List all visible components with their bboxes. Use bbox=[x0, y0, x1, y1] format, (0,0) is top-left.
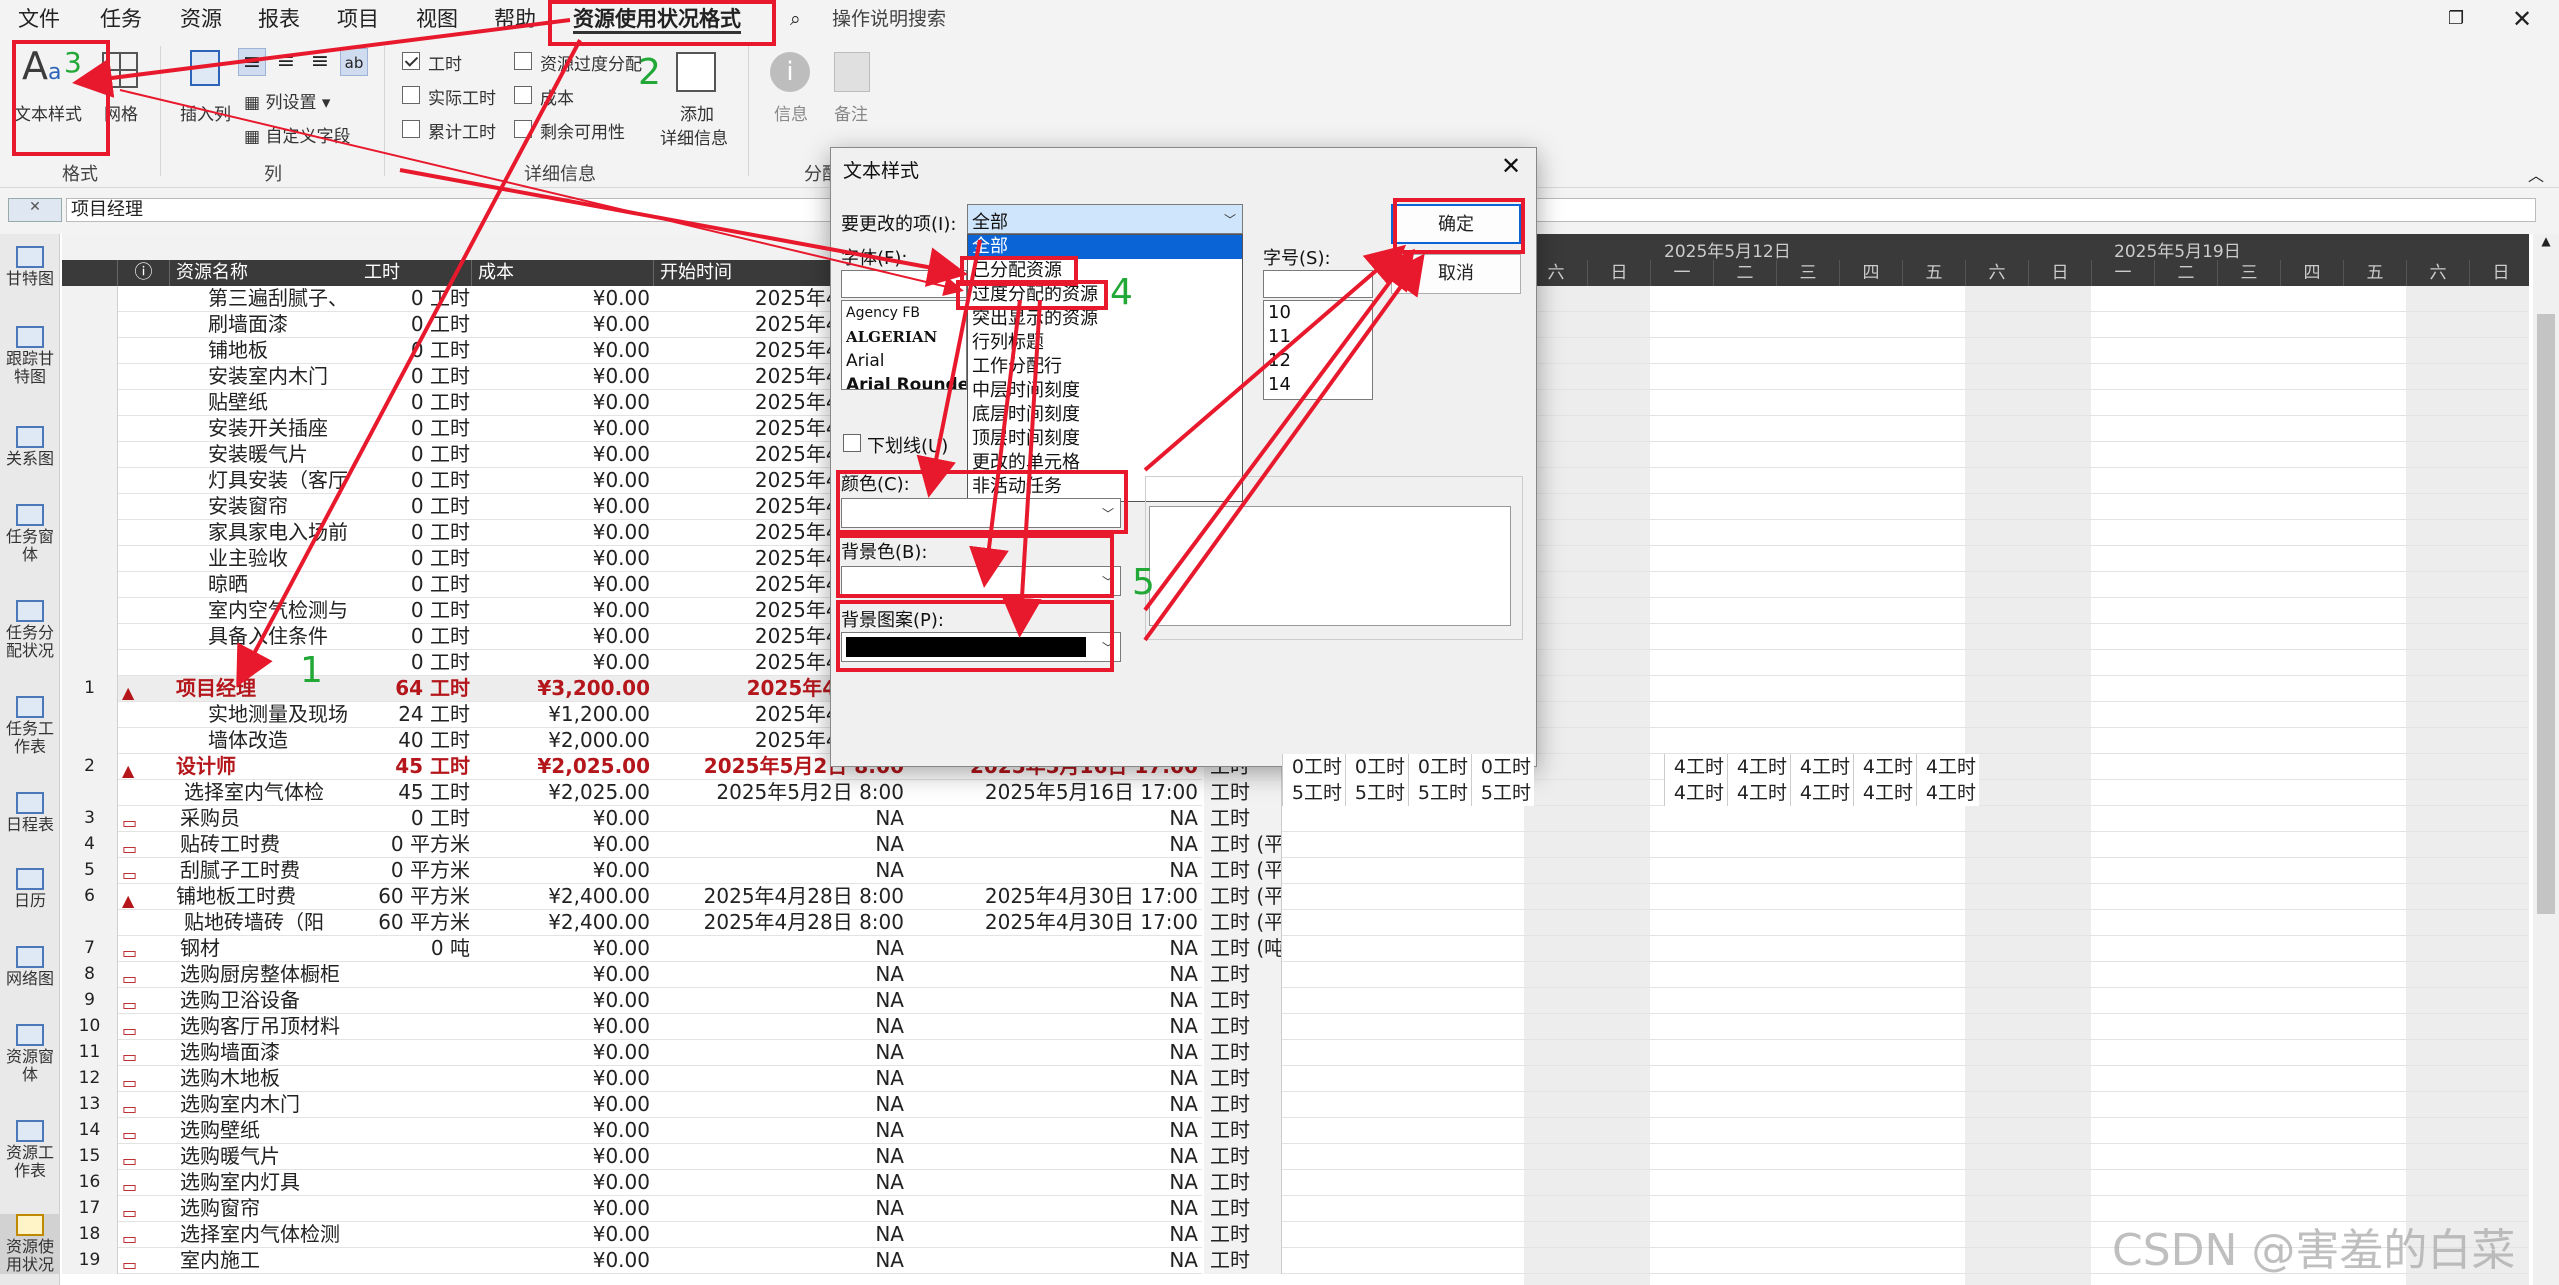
annot-num-1: 1 bbox=[300, 650, 323, 691]
usage-cell[interactable]: 5工时 bbox=[1282, 780, 1345, 806]
usage-cell[interactable]: 4工时 bbox=[1664, 754, 1727, 780]
usage-cell[interactable]: 5工时 bbox=[1408, 780, 1471, 806]
usage-cell[interactable]: 0工时 bbox=[1345, 754, 1408, 780]
usage-cell[interactable]: 4工时 bbox=[1916, 780, 1979, 806]
usage-cell[interactable]: 4工时 bbox=[1790, 780, 1853, 806]
annot-box-text-styles bbox=[12, 40, 110, 156]
usage-cell[interactable]: 0工时 bbox=[1408, 754, 1471, 780]
usage-cell[interactable]: 4工时 bbox=[1853, 780, 1916, 806]
usage-cell[interactable]: 4工时 bbox=[1853, 754, 1916, 780]
usage-cell[interactable]: 4工时 bbox=[1664, 780, 1727, 806]
annot-box-ok bbox=[1393, 198, 1525, 254]
annot-num-5: 5 bbox=[1132, 562, 1155, 603]
usage-cell[interactable]: 0工时 bbox=[1471, 754, 1534, 780]
usage-cell[interactable]: 4工时 bbox=[1727, 754, 1790, 780]
annot-num-3: 3 bbox=[64, 46, 82, 79]
watermark: CSDN @害羞的白菜 bbox=[2112, 1225, 2516, 1276]
annotation-arrows bbox=[72, 18, 1425, 688]
annot-box-color bbox=[836, 470, 1128, 534]
annot-box-bgcolor bbox=[836, 534, 1114, 598]
usage-cell[interactable]: 0工时 bbox=[1282, 754, 1345, 780]
usage-cell[interactable]: 5工时 bbox=[1345, 780, 1408, 806]
usage-cell[interactable]: 5工时 bbox=[1471, 780, 1534, 806]
usage-cell[interactable]: 4工时 bbox=[1916, 754, 1979, 780]
annot-num-2: 2 bbox=[638, 52, 661, 93]
usage-cell[interactable]: 4工时 bbox=[1727, 780, 1790, 806]
annot-box-format-tab bbox=[548, 0, 776, 46]
annot-box-bgpattern bbox=[836, 600, 1114, 672]
annot-num-4: 4 bbox=[1110, 272, 1133, 313]
usage-cell[interactable]: 4工时 bbox=[1790, 754, 1853, 780]
annot-box-overallocated bbox=[956, 280, 1108, 310]
